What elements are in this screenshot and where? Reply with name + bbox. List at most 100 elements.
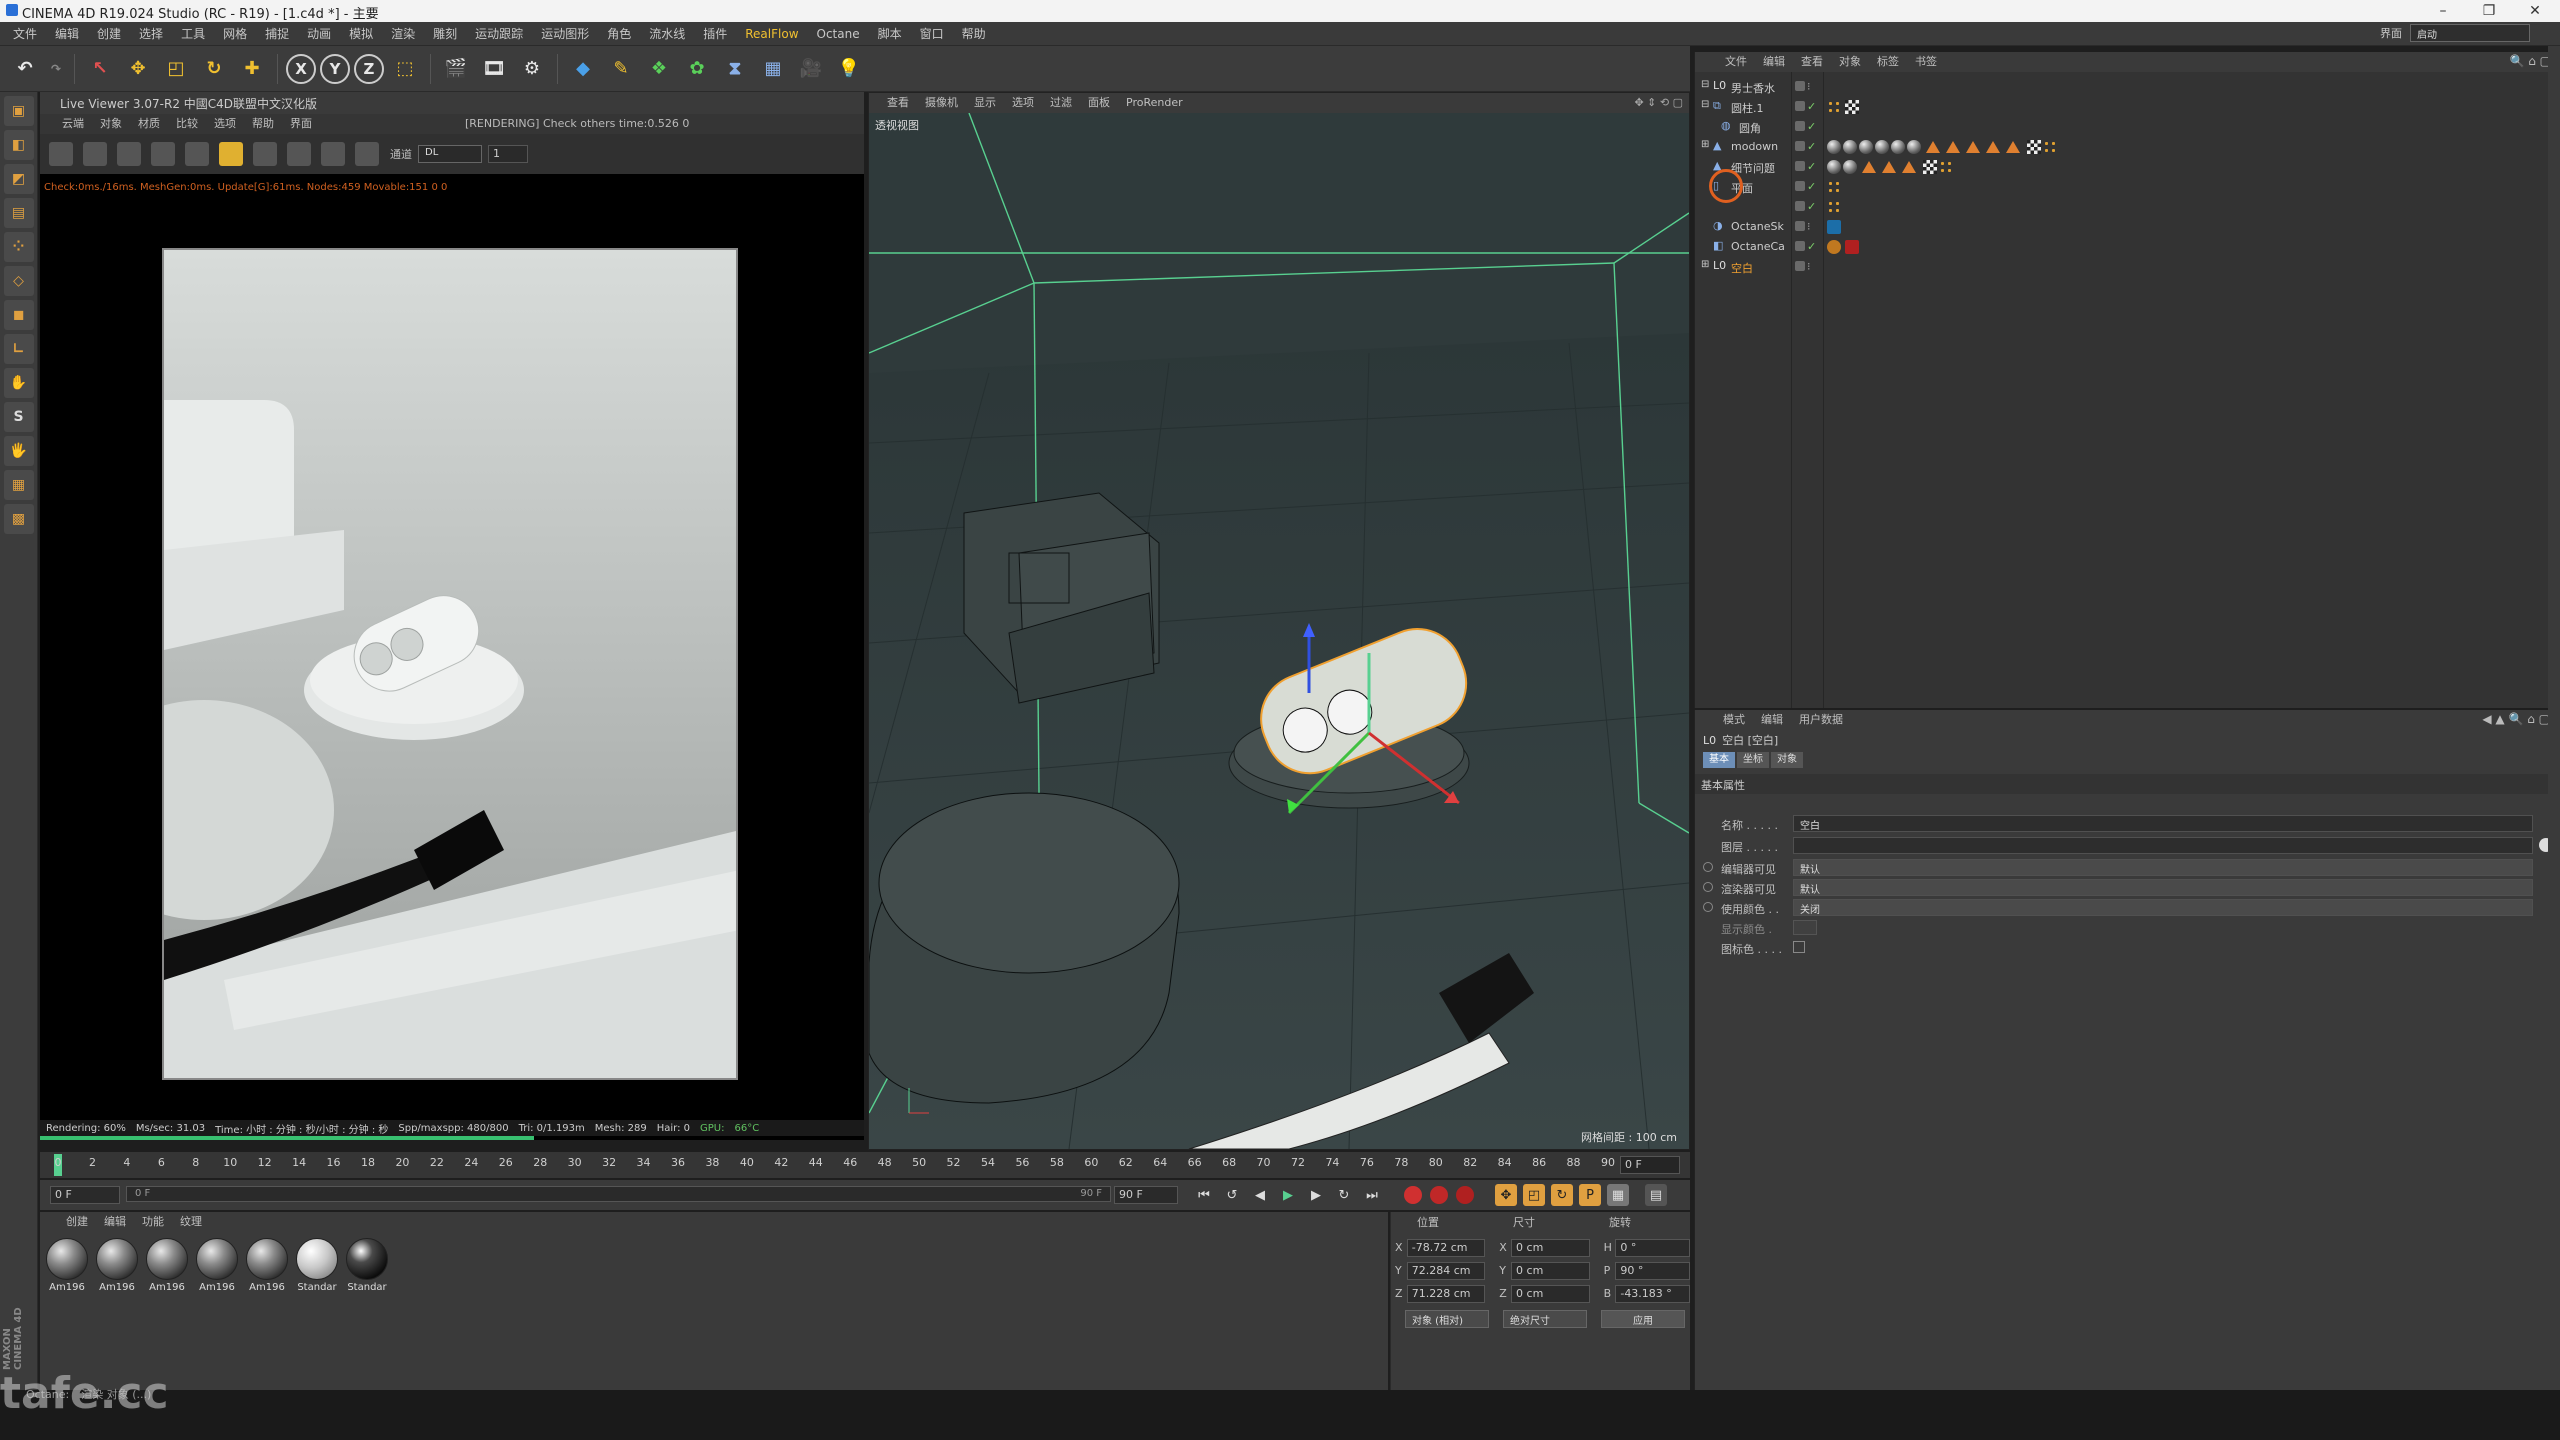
use-color-dropdown[interactable]: 关闭 [1793, 899, 2533, 916]
vp-menu-cameras[interactable]: 摄像机 [917, 93, 966, 113]
object-row[interactable]: ⊞ L0 空白 ⁝ [1695, 257, 2560, 277]
floor-icon[interactable]: ▦ [756, 52, 790, 86]
om-menu-file[interactable]: 文件 [1717, 52, 1755, 72]
go-to-start-icon[interactable]: ⏮ [1193, 1184, 1215, 1206]
om-menu-bookmarks[interactable]: 书签 [1907, 52, 1945, 72]
tab-basic[interactable]: 基本 [1703, 752, 1735, 768]
editor-visible-dropdown[interactable]: 默认 [1793, 859, 2533, 876]
edges-mode-icon[interactable]: ◇ [3, 266, 34, 296]
layer-flag[interactable] [1795, 261, 1805, 271]
layer-flag[interactable] [1795, 161, 1805, 171]
om-search-icon[interactable]: 🔍 ⌂ ▢ [2509, 54, 2551, 68]
channel-number-field[interactable]: 1 [488, 145, 528, 163]
texture-tag-icon[interactable] [1923, 160, 1937, 174]
model-mode-icon[interactable]: ◧ [3, 130, 34, 160]
menu-character[interactable]: 角色 [598, 22, 640, 46]
target-tag-icon[interactable] [1827, 240, 1841, 254]
expand-icon[interactable]: ⊟ [1701, 79, 1709, 90]
redo-icon[interactable]: ↷ [46, 52, 66, 86]
menu-motion-tracker[interactable]: 运动跟踪 [466, 22, 532, 46]
lv-menu-options[interactable]: 选项 [206, 114, 244, 134]
am-menu-mode[interactable]: 模式 [1715, 710, 1753, 730]
menu-select[interactable]: 选择 [130, 22, 172, 46]
animate-radio[interactable] [1703, 902, 1713, 912]
object-row[interactable]: ⊟ L0 男士香水 ⁝ [1695, 77, 2560, 97]
channel-dropdown[interactable]: DL [418, 145, 482, 163]
lock-workplane-icon[interactable]: ▦ [3, 470, 34, 500]
material-tag-icon[interactable] [1843, 160, 1857, 174]
lv-lock-icon[interactable] [219, 142, 243, 166]
layer-field[interactable] [1793, 837, 2533, 854]
lv-pick-focus-icon[interactable] [321, 142, 345, 166]
current-frame-field[interactable]: 0 F [1620, 1156, 1680, 1174]
am-menu-userdata[interactable]: 用户数据 [1791, 710, 1851, 730]
keyframe-selection-icon[interactable] [1456, 1186, 1474, 1204]
enabled-check[interactable]: ✓ [1807, 160, 1816, 173]
material-tag-icon[interactable] [1891, 140, 1905, 154]
layer-flag[interactable] [1795, 241, 1805, 251]
mat-menu-texture[interactable]: 纹理 [172, 1212, 210, 1232]
selection-tag-icon[interactable] [1966, 141, 1980, 153]
position-y-field[interactable]: 72.284 cm [1406, 1261, 1486, 1280]
coordinate-system-icon[interactable]: ⬚ [388, 52, 422, 86]
perspective-viewport[interactable]: 查看 摄像机 显示 选项 过滤 面板 ProRender ✥ ⇕ ⟲ ▢ 透视视… [868, 92, 1690, 1150]
vp-menu-panel[interactable]: 面板 [1080, 93, 1118, 113]
x-axis-lock-icon[interactable]: X [286, 53, 316, 84]
render-preview-image[interactable] [162, 248, 738, 1080]
size-x-field[interactable]: 0 cm [1511, 1238, 1590, 1257]
texture-tag-icon[interactable] [2027, 140, 2041, 154]
scale-tool-icon[interactable]: ◰ [159, 52, 193, 86]
lv-sphere-icon[interactable] [253, 142, 277, 166]
render-view-icon[interactable]: 🎬 [439, 52, 473, 86]
om-menu-objects[interactable]: 对象 [1831, 52, 1869, 72]
render-picture-viewer-icon[interactable]: 🎞 [477, 52, 511, 86]
object-row[interactable]: ◧ OctaneCa ✓ [1695, 237, 2560, 257]
om-menu-tags[interactable]: 标签 [1869, 52, 1907, 72]
material-tag-icon[interactable] [1875, 140, 1889, 154]
enabled-check[interactable]: ✓ [1807, 200, 1816, 213]
add-object-icon[interactable]: ✚ [235, 52, 269, 86]
menu-window[interactable]: 窗口 [911, 22, 953, 46]
rotation-b-field[interactable]: -43.183 ° [1615, 1284, 1690, 1303]
mat-menu-create[interactable]: 创建 [58, 1212, 96, 1232]
lv-frame-icon[interactable] [287, 142, 311, 166]
undo-icon[interactable]: ↶ [8, 52, 42, 86]
vp-menu-filter[interactable]: 过滤 [1042, 93, 1080, 113]
record-icon[interactable] [1404, 1186, 1422, 1204]
om-menu-edit[interactable]: 编辑 [1755, 52, 1793, 72]
key-pla-icon[interactable]: ▦ [1607, 1184, 1629, 1206]
menu-edit[interactable]: 编辑 [46, 22, 88, 46]
enabled-check[interactable]: ✓ [1807, 140, 1816, 153]
material-swatch[interactable]: Am196 [244, 1238, 290, 1293]
deformer-icon[interactable]: ⧗ [718, 52, 752, 86]
display-color-swatch[interactable] [1793, 920, 1817, 935]
menu-sculpt[interactable]: 雕刻 [424, 22, 466, 46]
vp-menu-options[interactable]: 选项 [1004, 93, 1042, 113]
material-swatch[interactable]: Standar [294, 1238, 340, 1293]
object-row[interactable]: ⊞ ▲ modown ✓ [1695, 137, 2560, 157]
start-frame-field[interactable]: 0 F [50, 1186, 120, 1204]
object-row[interactable]: ⊟ ⧉ 圆柱.1 ✓ [1695, 97, 2560, 117]
menu-mograph[interactable]: 运动图形 [532, 22, 598, 46]
lv-region-icon[interactable] [151, 142, 175, 166]
lv-menu-materials[interactable]: 材质 [130, 114, 168, 134]
tab-coordinates[interactable]: 坐标 [1737, 752, 1769, 768]
vp-menu-view[interactable]: 查看 [879, 93, 917, 113]
z-axis-lock-icon[interactable]: Z [354, 53, 384, 84]
lv-menu-objects[interactable]: 对象 [92, 114, 130, 134]
next-key-icon[interactable]: ↻ [1333, 1184, 1355, 1206]
lv-settings-icon[interactable] [49, 142, 73, 166]
layer-flag[interactable] [1795, 121, 1805, 131]
size-z-field[interactable]: 0 cm [1511, 1284, 1590, 1303]
phong-tag-icon[interactable] [1939, 160, 1953, 174]
selection-tag-icon[interactable] [1986, 141, 2000, 153]
render-settings-icon[interactable]: ⚙ [515, 52, 549, 86]
phong-tag-icon[interactable] [2043, 140, 2057, 154]
quantize-icon[interactable]: 🖐 [3, 436, 34, 466]
material-swatch[interactable]: Am196 [144, 1238, 190, 1293]
layout-dropdown[interactable]: 启动 [2410, 24, 2530, 42]
material-tag-icon[interactable] [1827, 140, 1841, 154]
subdivision-icon[interactable]: ❖ [642, 52, 676, 86]
am-nav-icons[interactable]: ◀ ▲ 🔍 ⌂ ▢ [2482, 712, 2550, 726]
layer-flag[interactable] [1795, 221, 1805, 231]
